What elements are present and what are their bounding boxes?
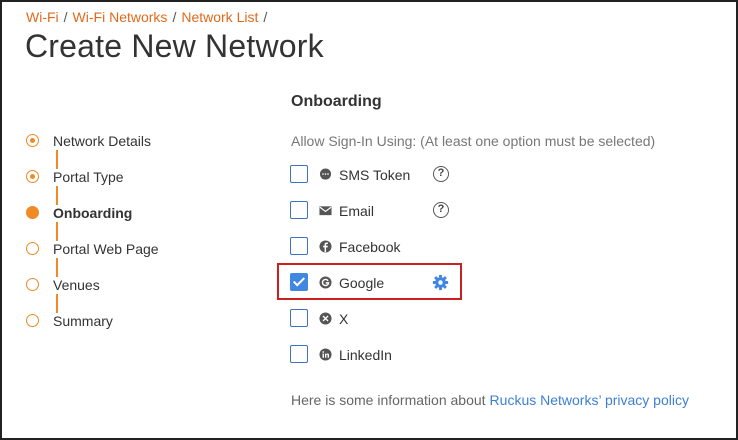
- step-portal-type[interactable]: Portal Type: [24, 167, 224, 187]
- sms-icon: [319, 168, 332, 180]
- step-indicator-icon: [26, 242, 39, 255]
- privacy-footer: Here is some information about Ruckus Net…: [291, 392, 689, 408]
- help-icon[interactable]: ?: [433, 166, 449, 182]
- step-label: Portal Type: [53, 169, 124, 185]
- step-portal-web-page[interactable]: Portal Web Page: [24, 239, 224, 259]
- privacy-policy-link[interactable]: Ruckus Networks’ privacy policy: [490, 392, 689, 408]
- breadcrumb-wifi[interactable]: Wi-Fi: [26, 9, 59, 25]
- facebook-checkbox[interactable]: [290, 237, 308, 255]
- step-onboarding[interactable]: Onboarding: [24, 203, 224, 223]
- option-label: SMS Token: [339, 167, 411, 183]
- option-sms-token: SMS Token ?: [290, 165, 490, 185]
- breadcrumb-separator: /: [263, 9, 268, 25]
- step-network-details[interactable]: Network Details: [24, 131, 224, 151]
- option-x: X: [290, 309, 490, 329]
- step-label: Portal Web Page: [53, 241, 159, 257]
- option-linkedin: LinkedIn: [290, 345, 490, 365]
- step-label: Onboarding: [53, 205, 133, 221]
- step-indicator-icon: [26, 278, 39, 291]
- breadcrumb-wifi-networks[interactable]: Wi-Fi Networks: [73, 9, 168, 25]
- highlight-box: [277, 263, 462, 300]
- step-indicator-icon: [26, 206, 39, 219]
- email-checkbox[interactable]: [290, 201, 308, 219]
- step-venues[interactable]: Venues: [24, 275, 224, 295]
- option-email: Email ?: [290, 201, 490, 221]
- breadcrumb-network-list[interactable]: Network List: [181, 9, 258, 25]
- step-label: Venues: [53, 277, 100, 293]
- option-label: LinkedIn: [339, 347, 392, 363]
- envelope-icon: [319, 206, 332, 216]
- x-icon: [319, 312, 332, 325]
- help-icon[interactable]: ?: [433, 202, 449, 218]
- step-summary[interactable]: Summary: [24, 311, 224, 331]
- linkedin-checkbox[interactable]: [290, 345, 308, 363]
- x-checkbox[interactable]: [290, 309, 308, 327]
- breadcrumb: Wi-Fi / Wi-Fi Networks / Network List /: [26, 9, 272, 25]
- breadcrumb-separator: /: [172, 9, 177, 25]
- step-indicator-icon: [26, 170, 39, 183]
- option-label: X: [339, 311, 349, 327]
- option-label: Facebook: [339, 239, 401, 255]
- linkedin-icon: [319, 348, 332, 361]
- step-label: Network Details: [53, 133, 152, 149]
- section-title: Onboarding: [291, 93, 382, 110]
- page-title: Create New Network: [25, 28, 324, 64]
- step-indicator-icon: [26, 314, 39, 327]
- facebook-icon: [319, 240, 332, 253]
- sms-token-checkbox[interactable]: [290, 165, 308, 183]
- breadcrumb-separator: /: [63, 9, 68, 25]
- option-facebook: Facebook: [290, 237, 490, 257]
- step-label: Summary: [53, 313, 113, 329]
- privacy-text: Here is some information about: [291, 392, 486, 408]
- step-indicator-icon: [26, 134, 39, 147]
- option-label: Email: [339, 203, 375, 219]
- sign-in-hint: Allow Sign-In Using: (At least one optio…: [291, 133, 656, 149]
